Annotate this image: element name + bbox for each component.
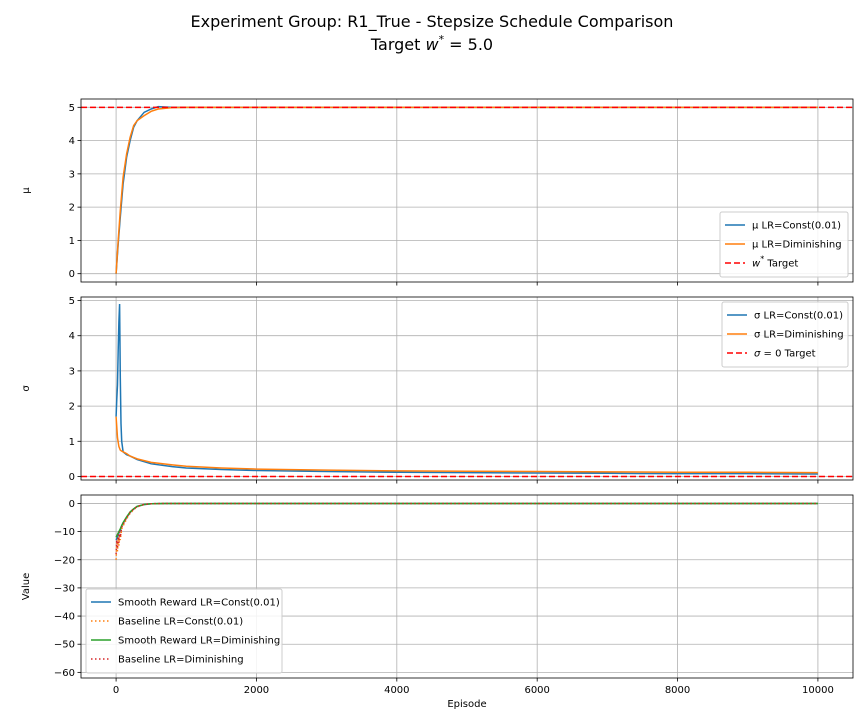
y-tick-label: −60 bbox=[54, 668, 75, 679]
figure-title-line2: Target w* = 5.0 bbox=[370, 33, 493, 54]
figure-title-line1: Experiment Group: R1_True - Stepsize Sch… bbox=[191, 12, 674, 32]
x-axis-label: Episode bbox=[447, 699, 486, 710]
y-tick-label: −20 bbox=[54, 555, 75, 566]
legend-entry: Baseline LR=Const(0.01) bbox=[118, 617, 243, 628]
y-tick-label: 2 bbox=[69, 203, 75, 214]
y-axis-label: σ bbox=[21, 385, 32, 392]
y-tick-label: 5 bbox=[69, 296, 75, 307]
x-tick-label: 10000 bbox=[802, 685, 834, 696]
y-tick-label: 1 bbox=[69, 236, 75, 247]
title-prefix: Target bbox=[370, 35, 426, 54]
y-tick-label: 0 bbox=[69, 269, 75, 280]
y-tick-label: 5 bbox=[69, 103, 75, 114]
y-tick-label: −50 bbox=[54, 640, 75, 651]
legend: Smooth Reward LR=Const(0.01) Baseline LR=… bbox=[85, 588, 283, 674]
y-tick-label: 3 bbox=[69, 366, 75, 377]
title-suffix: = 5.0 bbox=[444, 35, 493, 54]
y-tick-label: 3 bbox=[69, 169, 75, 180]
legend-entry: μ LR=Const(0.01) bbox=[752, 221, 841, 232]
legend-entry: Smooth Reward LR=Diminishing bbox=[118, 636, 280, 647]
y-tick-label: −40 bbox=[54, 612, 75, 623]
y-tick-label: −30 bbox=[54, 583, 75, 594]
legend: μ LR=Const(0.01)μ LR=Diminishingw* Targe… bbox=[719, 211, 849, 278]
legend-entry: Smooth Reward LR=Const(0.01) bbox=[118, 598, 280, 609]
legend-entry: σ LR=Diminishing bbox=[754, 330, 844, 341]
legend-entry: σ = 0 Target bbox=[754, 349, 816, 360]
legend: σ LR=Const(0.01) σ LR=Diminishing σ = 0 Ta… bbox=[721, 301, 849, 368]
legend-entry: Baseline LR=Diminishing bbox=[118, 655, 244, 666]
legend-entry: σ LR=Const(0.01) bbox=[754, 311, 843, 322]
y-axis-label: Value bbox=[21, 573, 32, 600]
legend-entry: μ LR=Diminishing bbox=[752, 240, 842, 251]
y-tick-label: 0 bbox=[69, 499, 75, 510]
x-tick-label: 0 bbox=[113, 685, 119, 696]
x-tick-label: 2000 bbox=[244, 685, 269, 696]
y-tick-label: 4 bbox=[69, 331, 75, 342]
y-tick-label: 2 bbox=[69, 402, 75, 413]
y-tick-label: 4 bbox=[69, 136, 75, 147]
y-tick-label: 0 bbox=[69, 472, 75, 483]
title-symbol: w bbox=[425, 35, 439, 54]
y-tick-label: 1 bbox=[69, 437, 75, 448]
x-tick-label: 8000 bbox=[665, 685, 690, 696]
y-tick-label: −10 bbox=[54, 527, 75, 538]
x-tick-label: 6000 bbox=[524, 685, 549, 696]
figure: Experiment Group: R1_True - Stepsize Sch… bbox=[0, 0, 864, 720]
y-axis-label: μ bbox=[21, 187, 32, 194]
x-tick-label: 4000 bbox=[384, 685, 409, 696]
